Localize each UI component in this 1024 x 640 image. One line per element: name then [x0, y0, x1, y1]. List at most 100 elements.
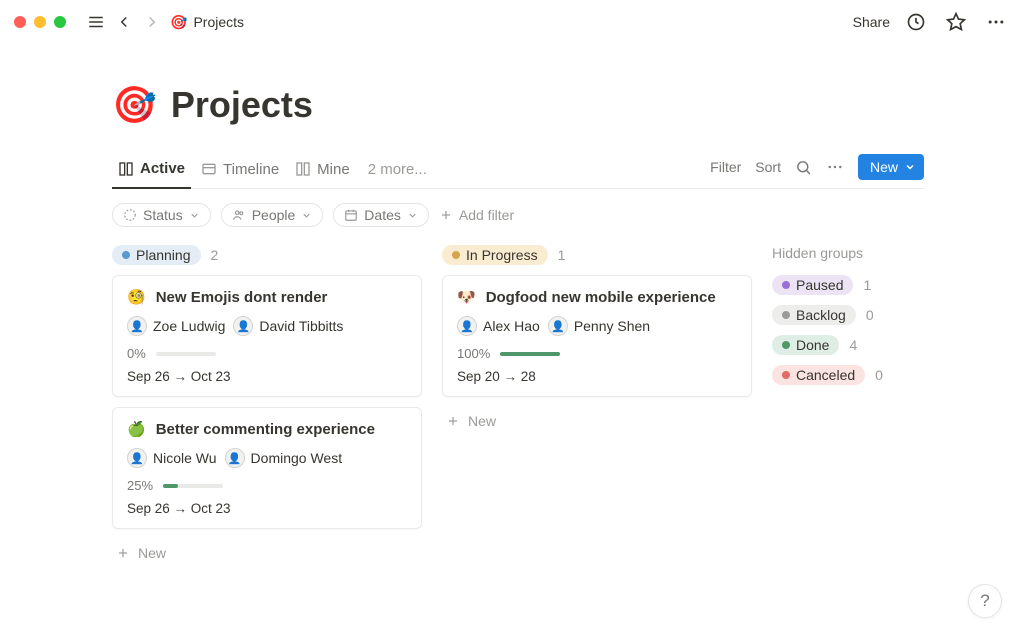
share-button[interactable]: Share — [853, 14, 890, 30]
window-controls — [14, 16, 66, 28]
breadcrumb-icon: 🎯 — [170, 14, 187, 31]
status-tag: Done — [772, 335, 839, 355]
filter-label: Dates — [364, 207, 401, 223]
hidden-group-row[interactable]: Canceled 0 — [772, 365, 942, 385]
sort-button[interactable]: Sort — [755, 159, 781, 175]
chevron-down-icon — [407, 210, 418, 221]
status-name: Done — [796, 337, 829, 353]
new-button[interactable]: New — [858, 154, 924, 180]
view-options-icon[interactable] — [826, 158, 844, 176]
people-icon — [232, 208, 246, 222]
chevron-down-icon — [904, 161, 916, 173]
assignee-name: Alex Hao — [483, 318, 540, 334]
board-card[interactable]: 🐶Dogfood new mobile experience 👤Alex Hao… — [442, 275, 752, 397]
assignee: 👤Penny Shen — [548, 316, 650, 336]
status-tag: Paused — [772, 275, 853, 295]
status-name: Backlog — [796, 307, 846, 323]
close-window[interactable] — [14, 16, 26, 28]
column-count: 1 — [558, 247, 566, 263]
add-card[interactable]: New — [442, 407, 752, 435]
progress-bar — [163, 484, 223, 488]
help-button[interactable]: ? — [968, 584, 1002, 618]
page-content: 🎯 Projects Active Timeline Mine 2 more..… — [0, 44, 1024, 567]
card-dates: Sep 20 → 28 — [457, 369, 737, 384]
hidden-group-row[interactable]: Done 4 — [772, 335, 942, 355]
filter-label: Status — [143, 207, 183, 223]
hidden-groups: Hidden groups Paused 1 Backlog 0 Done 4 Cancele… — [772, 245, 942, 395]
filter-button[interactable]: Filter — [710, 159, 741, 175]
favorite-icon[interactable] — [942, 8, 970, 36]
updates-icon[interactable] — [902, 8, 930, 36]
status-dot — [782, 311, 790, 319]
filter-label: People — [252, 207, 296, 223]
progress-label: 0% — [127, 346, 146, 361]
menu-icon[interactable] — [82, 8, 110, 36]
breadcrumb-title: Projects — [193, 14, 244, 30]
filter-dates[interactable]: Dates — [333, 203, 429, 227]
more-icon[interactable] — [982, 8, 1010, 36]
avatar: 👤 — [127, 448, 147, 468]
status-name: Planning — [136, 247, 191, 263]
tab-mine[interactable]: Mine — [289, 155, 356, 188]
assignee: 👤 Alex Hao — [457, 316, 540, 336]
avatar: 👤 — [225, 448, 245, 468]
assignee-name: David Tibbitts — [259, 318, 343, 334]
view-tabs: Active Timeline Mine 2 more... Filter So… — [112, 154, 924, 189]
page-title[interactable]: Projects — [171, 84, 313, 126]
calendar-icon — [344, 208, 358, 222]
board-card[interactable]: 🍏Better commenting experience 👤Nicole Wu… — [112, 407, 422, 529]
filter-status[interactable]: Status — [112, 203, 211, 227]
page-icon[interactable]: 🎯 — [112, 84, 157, 126]
add-card-label: New — [138, 545, 166, 561]
status-name: Paused — [796, 277, 843, 293]
filter-people[interactable]: People — [221, 203, 324, 227]
plus-icon — [446, 414, 460, 428]
back-button[interactable] — [110, 8, 138, 36]
avatar: 👤 — [233, 316, 253, 336]
add-filter-label: Add filter — [459, 207, 514, 223]
minimize-window[interactable] — [34, 16, 46, 28]
assignee-name: Zoe Ludwig — [153, 318, 225, 334]
status-name: Canceled — [796, 367, 855, 383]
group-count: 4 — [849, 337, 857, 353]
search-icon[interactable] — [795, 159, 812, 176]
card-dates: Sep 26 → Oct 23 — [127, 501, 407, 516]
progress-bar — [156, 352, 216, 356]
tab-active[interactable]: Active — [112, 154, 191, 189]
add-card[interactable]: New — [112, 539, 422, 567]
progress-label: 25% — [127, 478, 153, 493]
hidden-groups-title: Hidden groups — [772, 245, 942, 261]
tab-label: Timeline — [223, 161, 279, 178]
status-tag[interactable]: In Progress — [442, 245, 548, 265]
more-views[interactable]: 2 more... — [360, 155, 435, 188]
assignee: 👤Nicole Wu — [127, 448, 217, 468]
new-button-label: New — [870, 159, 898, 175]
avatar: 👤 — [548, 316, 568, 336]
tab-label: Active — [140, 160, 185, 177]
add-filter[interactable]: Add filter — [439, 207, 514, 223]
column-count: 2 — [211, 247, 219, 263]
hidden-group-row[interactable]: Paused 1 — [772, 275, 942, 295]
card-dates: Sep 26 → Oct 23 — [127, 369, 407, 384]
group-count: 1 — [863, 277, 871, 293]
board-column: In Progress1 🐶Dogfood new mobile experie… — [442, 245, 752, 435]
group-count: 0 — [875, 367, 883, 383]
hidden-group-row[interactable]: Backlog 0 — [772, 305, 942, 325]
top-actions: Share — [853, 8, 1010, 36]
tab-timeline[interactable]: Timeline — [195, 155, 285, 188]
filters-row: Status People Dates Add filter — [112, 189, 924, 245]
group-count: 0 — [866, 307, 874, 323]
chevron-down-icon — [301, 210, 312, 221]
page-title-row: 🎯 Projects — [112, 84, 924, 126]
board-card[interactable]: 🧐New Emojis dont render 👤Zoe Ludwig👤Davi… — [112, 275, 422, 397]
chevron-down-icon — [189, 210, 200, 221]
tab-label: Mine — [317, 161, 350, 178]
breadcrumb[interactable]: 🎯 Projects — [170, 14, 244, 31]
status-tag[interactable]: Planning — [112, 245, 201, 265]
avatar: 👤 — [457, 316, 477, 336]
status-icon — [123, 208, 137, 222]
assignee-name: Domingo West — [251, 450, 343, 466]
forward-button[interactable] — [138, 8, 166, 36]
maximize-window[interactable] — [54, 16, 66, 28]
topbar: 🎯 Projects Share — [0, 0, 1024, 44]
